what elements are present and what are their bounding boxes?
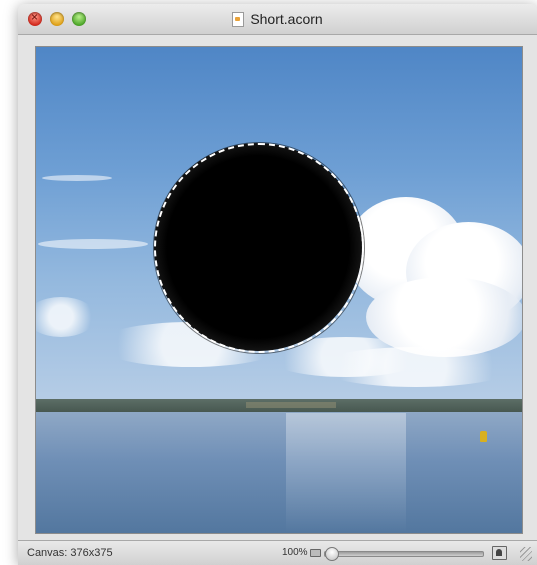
buoy — [480, 431, 487, 442]
zoom-level-label: 100% — [282, 547, 308, 558]
zoom-in-icon[interactable] — [492, 546, 507, 560]
zoom-out-icon[interactable] — [310, 549, 321, 557]
cloud-wisp — [38, 239, 148, 249]
shoreline-detail — [246, 402, 336, 408]
water-reflection — [286, 413, 406, 533]
document-icon[interactable] — [232, 11, 245, 27]
resize-grip-icon[interactable] — [520, 547, 532, 561]
water-area — [36, 412, 522, 533]
ellipse-selection[interactable] — [154, 143, 364, 353]
cloud — [316, 347, 516, 387]
image-canvas[interactable] — [35, 46, 523, 534]
window-title: Short.acorn — [250, 11, 323, 27]
document-window: Short.acorn Canvas: 376x375 100% — [18, 4, 537, 565]
canvas-size-label: Canvas: 376x375 — [27, 547, 113, 559]
zoom-slider[interactable] — [324, 547, 484, 561]
title-bar[interactable]: Short.acorn — [18, 4, 537, 35]
cloud — [366, 277, 522, 357]
status-bar: Canvas: 376x375 100% — [18, 540, 537, 565]
window-title-group: Short.acorn — [18, 4, 537, 34]
zoom-slider-knob[interactable] — [325, 547, 339, 561]
cloud-wisp — [42, 175, 112, 181]
